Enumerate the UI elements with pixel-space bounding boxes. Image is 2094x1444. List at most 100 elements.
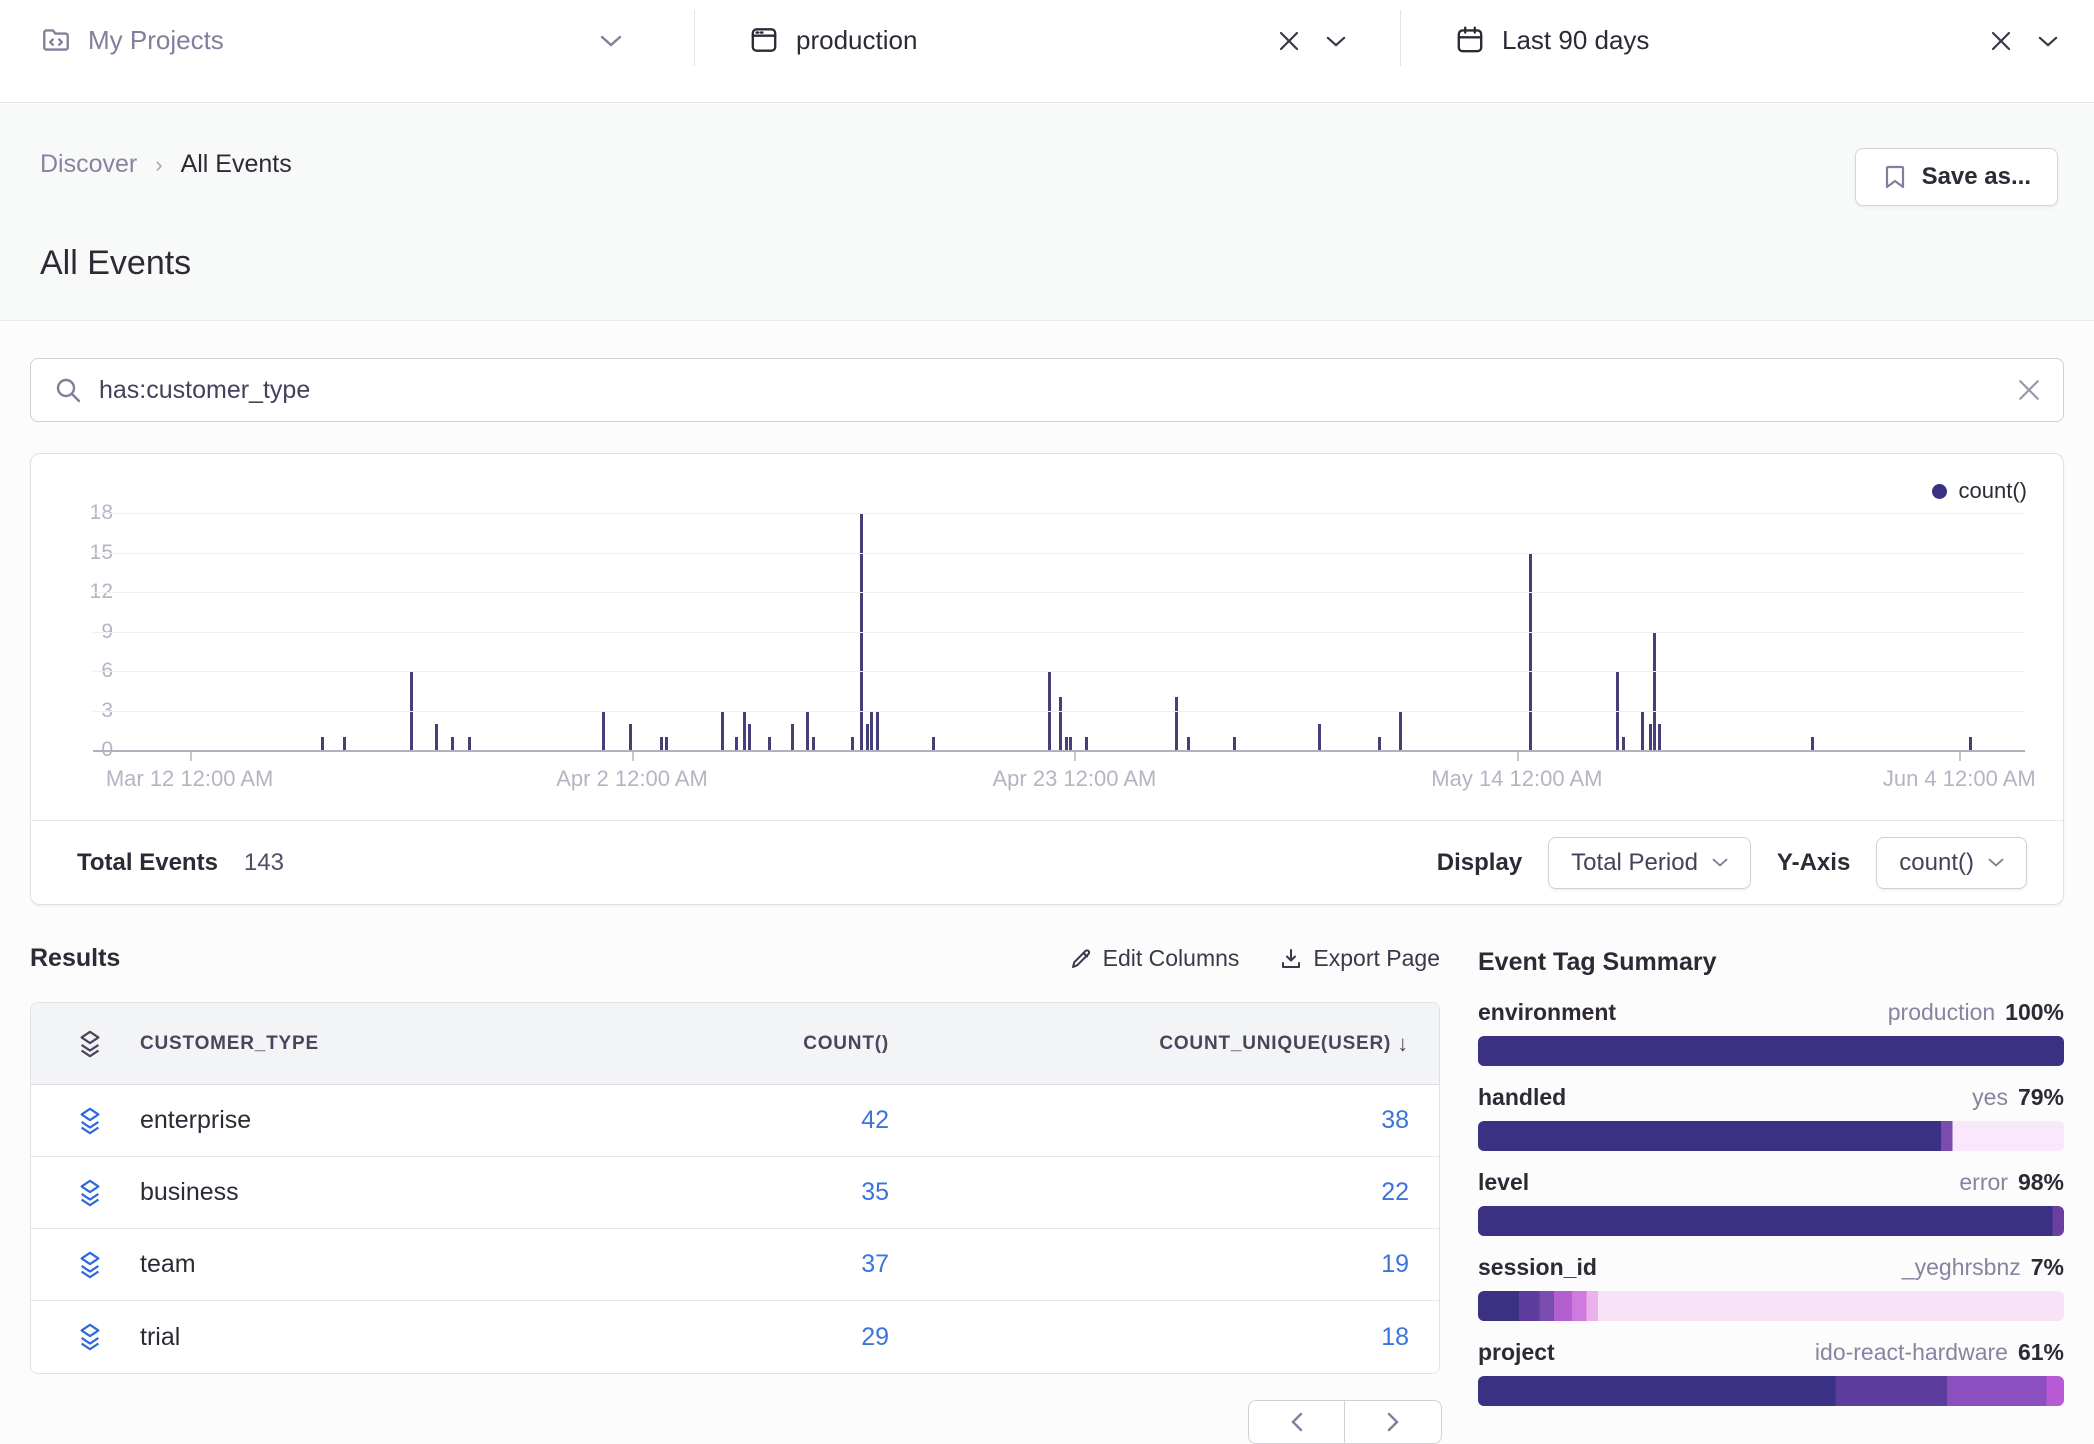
edit-columns-button[interactable]: Edit Columns	[1069, 945, 1240, 972]
environment-caret[interactable]	[1326, 35, 1346, 48]
layers-icon[interactable]	[76, 1250, 140, 1280]
environment-selector[interactable]: production	[748, 18, 917, 62]
chart-bar	[660, 737, 663, 750]
layers-icon[interactable]	[76, 1106, 140, 1136]
cell-count-unique-link[interactable]: 38	[1381, 1106, 1409, 1135]
date-range-label: Last 90 days	[1502, 25, 1649, 56]
chart-footer: Total Events 143 Display Total Period Y-…	[31, 820, 2063, 904]
cell-customer-type: business	[140, 1178, 589, 1207]
chevron-down-icon	[2038, 35, 2058, 48]
column-header-count-unique[interactable]: COUNT_UNIQUE(USER) ↓	[1159, 1031, 1409, 1057]
date-range-selector[interactable]: Last 90 days	[1454, 18, 1649, 62]
tag-percentage: 61%	[2018, 1339, 2064, 1366]
save-as-button[interactable]: Save as...	[1855, 148, 2058, 206]
tags-list: environmentproduction100%handledyes79%le…	[1478, 999, 2064, 1406]
gridline	[93, 513, 2025, 514]
tag-key: session_id	[1478, 1254, 1597, 1281]
total-events-label: Total Events	[77, 849, 218, 877]
environment-clear-button[interactable]	[1278, 30, 1300, 52]
tag-key: environment	[1478, 999, 1616, 1026]
chart-bar	[721, 711, 724, 751]
cell-count-link[interactable]: 42	[861, 1106, 889, 1135]
chart-bar	[1233, 737, 1236, 750]
search-clear-icon[interactable]	[2017, 378, 2041, 402]
chevron-down-icon	[1712, 857, 1728, 868]
chart-bar	[1378, 737, 1381, 750]
y-axis-dropdown[interactable]: count()	[1876, 837, 2027, 889]
table-row[interactable]: business 35 22	[31, 1157, 1439, 1229]
breadcrumb-discover[interactable]: Discover	[40, 150, 137, 179]
chart-bar	[1399, 711, 1402, 751]
y-axis-label: Y-Axis	[1777, 849, 1850, 877]
page-header: Discover › All Events All Events Save as…	[0, 104, 2094, 321]
tag-row-session_id: session_id_yeghrsbnz7%	[1478, 1254, 2064, 1321]
cell-count-link[interactable]: 37	[861, 1250, 889, 1279]
layers-icon[interactable]	[76, 1178, 140, 1208]
column-header-customer-type[interactable]: CUSTOMER_TYPE	[140, 1033, 589, 1055]
chart-x-axis-line	[93, 750, 2025, 752]
cell-count-unique-link[interactable]: 22	[1381, 1178, 1409, 1207]
table-row[interactable]: enterprise4238	[31, 1085, 1439, 1157]
date-range-caret[interactable]	[2038, 35, 2058, 48]
table-row[interactable]: team3719	[31, 1229, 1439, 1301]
column-header-count[interactable]: COUNT()	[803, 1033, 889, 1055]
tag-key: project	[1478, 1339, 1555, 1366]
table-row[interactable]: trial 29 18	[31, 1301, 1439, 1373]
save-as-label: Save as...	[1922, 163, 2031, 191]
cell-customer-type: trial	[140, 1323, 589, 1352]
breadcrumb-separator-icon: ›	[155, 152, 162, 178]
page-title: All Events	[40, 244, 191, 283]
project-selector[interactable]: My Projects	[40, 18, 224, 62]
gridline	[93, 553, 2025, 554]
chart-bar	[629, 724, 632, 750]
legend-item-count[interactable]: count()	[1932, 478, 2027, 504]
tag-top-value: _yeghrsbnz	[1902, 1254, 2021, 1281]
x-axis-tick-label: Apr 2 12:00 AM	[502, 766, 762, 792]
export-page-button[interactable]: Export Page	[1279, 945, 1440, 972]
cell-count-link[interactable]: 29	[861, 1323, 889, 1352]
pagination-next-button[interactable]	[1345, 1400, 1442, 1444]
chart-bar	[768, 737, 771, 750]
events-chart-card: count() 0369121518 Total Events 143 Disp…	[30, 453, 2064, 905]
pagination-prev-button[interactable]	[1248, 1400, 1345, 1444]
cell-count-unique-link[interactable]: 19	[1381, 1250, 1409, 1279]
chart-bar	[791, 724, 794, 750]
project-selector-label: My Projects	[88, 25, 224, 56]
layers-icon[interactable]	[76, 1322, 140, 1352]
chart-bar	[876, 711, 879, 751]
download-icon	[1279, 947, 1303, 971]
pagination	[1248, 1400, 1442, 1444]
project-selector-caret[interactable]	[600, 26, 622, 56]
breadcrumb-current: All Events	[181, 150, 292, 179]
x-axis-tick-label: Jun 4 12:00 AM	[1829, 766, 2089, 792]
legend-dot	[1932, 484, 1947, 499]
environment-selector-label: production	[796, 25, 917, 56]
chart-bar	[866, 724, 869, 750]
cell-count-unique-link[interactable]: 18	[1381, 1323, 1409, 1352]
edit-columns-label: Edit Columns	[1103, 945, 1240, 972]
sort-desc-icon: ↓	[1397, 1031, 1409, 1057]
calendar-icon	[1454, 24, 1486, 56]
gridline	[93, 592, 2025, 593]
tag-distribution-bar	[1478, 1206, 2064, 1236]
chart-bar	[602, 711, 605, 751]
breadcrumb: Discover › All Events	[40, 150, 292, 179]
search-input[interactable]	[99, 376, 2001, 405]
tag-row-level: levelerror98%	[1478, 1169, 2064, 1236]
chart-bar	[468, 737, 471, 750]
tag-percentage: 100%	[2005, 999, 2064, 1026]
display-dropdown[interactable]: Total Period	[1548, 837, 1751, 889]
close-icon	[1990, 30, 2012, 52]
cell-count-link[interactable]: 35	[861, 1178, 889, 1207]
tag-top-value: ido-react-hardware	[1815, 1339, 2008, 1366]
topbar-divider	[1400, 10, 1401, 66]
chart-bar	[1069, 737, 1072, 750]
x-axis-tick-label: Apr 23 12:00 AM	[944, 766, 1204, 792]
tag-key: level	[1478, 1169, 1529, 1196]
tag-top-value: yes	[1972, 1084, 2008, 1111]
chart-bar	[1175, 697, 1178, 750]
date-range-clear-button[interactable]	[1990, 30, 2012, 52]
legend-label: count()	[1959, 478, 2027, 504]
chart-bar	[1187, 737, 1190, 750]
chevron-right-icon	[1386, 1412, 1400, 1432]
